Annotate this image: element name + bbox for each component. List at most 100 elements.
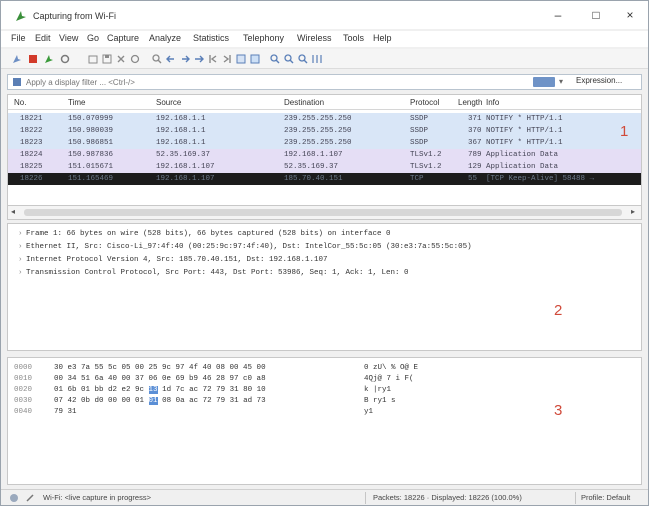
annotation-pane-2: 2 (554, 302, 563, 319)
cell-protocol: SSDP (410, 139, 429, 147)
detail-ethernet[interactable]: › Ethernet II, Src: Cisco-Li_97:4f:40 (00… (18, 243, 472, 255)
go-to-packet-icon[interactable] (193, 53, 205, 65)
byte-hex: 30 e3 7a 55 5c 05 00 25 9c 97 4f 40 08 0… (54, 364, 266, 372)
bookmark-filter-icon[interactable] (12, 77, 22, 87)
stop-capture-icon[interactable] (27, 53, 39, 65)
capture-options-icon[interactable] (59, 53, 71, 65)
autoscroll-icon[interactable] (235, 53, 247, 65)
close-file-icon[interactable] (115, 53, 127, 65)
cell-protocol: TLSv1.2 (410, 151, 442, 159)
cell-protocol: SSDP (410, 127, 429, 135)
capture-comment-icon[interactable] (25, 493, 35, 503)
go-forward-icon[interactable] (179, 53, 191, 65)
annotation-pane-3: 3 (554, 402, 563, 419)
byte-ascii: 4Qj@ 7 i F( (364, 375, 414, 383)
filter-dropdown-icon[interactable]: ▾ (559, 75, 569, 89)
packet-list-pane[interactable]: No. Time Source Destination Protocol Len… (7, 94, 642, 206)
menu-view[interactable]: View (59, 33, 78, 43)
cell-source: 192.168.1.1 (156, 115, 206, 123)
byte-offset: 0000 (14, 364, 33, 372)
cell-time: 150.987836 (68, 151, 114, 159)
cell-time: 150.986851 (68, 139, 114, 147)
byte-offset: 0030 (14, 397, 33, 405)
menu-tools[interactable]: Tools (343, 33, 364, 43)
expert-info-icon[interactable] (9, 493, 19, 503)
menu-go[interactable]: Go (87, 33, 99, 43)
col-info-header[interactable]: Info (486, 98, 499, 107)
last-packet-icon[interactable] (221, 53, 233, 65)
col-source-header[interactable]: Source (156, 98, 181, 107)
cell-no: 18225 (20, 163, 43, 171)
col-length-header[interactable]: Length (458, 98, 482, 107)
find-packet-icon[interactable] (151, 53, 163, 65)
packet-details-pane[interactable]: › Frame 1: 66 bytes on wire (528 bits), 6… (7, 223, 642, 351)
first-packet-icon[interactable] (207, 53, 219, 65)
scroll-right-icon[interactable]: ▸ (631, 207, 635, 216)
cell-length: 371 (468, 115, 482, 123)
cell-destination: 239.255.255.250 (284, 139, 352, 147)
menu-file[interactable]: File (11, 33, 26, 43)
byte-offset: 0040 (14, 408, 33, 416)
packet-list-hscrollbar[interactable]: ◂ ▸ (7, 206, 642, 220)
byte-hex: 07 42 0b d0 00 00 01 01 08 0a ac 72 79 3… (54, 397, 266, 405)
table-row-selected[interactable]: 18226 151.165469 192.168.1.107 185.70.40… (8, 173, 641, 185)
zoom-out-icon[interactable] (283, 53, 295, 65)
start-capture-icon[interactable] (11, 53, 23, 65)
profile-text[interactable]: Profile: Default (581, 493, 630, 502)
main-toolbar (1, 49, 648, 69)
resize-columns-icon[interactable] (311, 53, 323, 65)
col-protocol-header[interactable]: Protocol (410, 98, 439, 107)
menu-analyze[interactable]: Analyze (149, 33, 181, 43)
expand-arrow-icon[interactable]: › (18, 269, 26, 277)
packet-bytes-pane[interactable]: 0000 30 e3 7a 55 5c 05 00 25 9c 97 4f 40… (7, 357, 642, 485)
menu-edit[interactable]: Edit (35, 33, 51, 43)
cell-no: 18221 (20, 115, 43, 123)
open-file-icon[interactable] (87, 53, 99, 65)
apply-filter-button[interactable] (533, 77, 555, 87)
cell-source: 192.168.1.107 (156, 175, 215, 183)
table-row[interactable]: 18223 150.986851 192.168.1.1 239.255.255… (8, 137, 641, 149)
colorize-icon[interactable] (249, 53, 261, 65)
zoom-normal-icon[interactable] (297, 53, 309, 65)
save-file-icon[interactable] (101, 53, 113, 65)
cell-destination: 52.35.169.37 (284, 163, 339, 171)
reload-file-icon[interactable] (129, 53, 141, 65)
cell-info: Application Data (486, 151, 559, 159)
col-destination-header[interactable]: Destination (284, 98, 324, 107)
cell-length: 55 (468, 175, 478, 183)
scroll-thumb[interactable] (24, 209, 622, 216)
menu-wireless[interactable]: Wireless (297, 33, 332, 43)
table-row[interactable]: 18222 150.980039 192.168.1.1 239.255.255… (8, 125, 641, 137)
display-filter-input[interactable] (26, 75, 526, 89)
menu-help[interactable]: Help (373, 33, 392, 43)
zoom-in-icon[interactable] (269, 53, 281, 65)
cell-no: 18226 (20, 175, 43, 183)
expand-arrow-icon[interactable]: › (18, 230, 26, 238)
close-button[interactable]: × (613, 5, 647, 25)
table-row[interactable]: 18224 150.987836 52.35.169.37 192.168.1.… (8, 149, 641, 161)
byte-offset: 0020 (14, 386, 33, 394)
cell-source: 192.168.1.1 (156, 139, 206, 147)
expand-arrow-icon[interactable]: › (18, 256, 26, 264)
col-no-header[interactable]: No. (14, 98, 26, 107)
expression-button[interactable]: Expression... (576, 76, 622, 85)
menu-statistics[interactable]: Statistics (193, 33, 229, 43)
cell-time: 150.980039 (68, 127, 114, 135)
restart-capture-icon[interactable] (43, 53, 55, 65)
table-row[interactable]: 18225 151.015671 192.168.1.107 52.35.169… (8, 161, 641, 173)
table-row[interactable]: 18221 150.070999 192.168.1.1 239.255.255… (8, 113, 641, 125)
minimize-button[interactable]: – (541, 5, 575, 25)
display-filter-bar: ▾ Expression... (7, 74, 642, 90)
go-back-icon[interactable] (165, 53, 177, 65)
maximize-button[interactable]: □ (579, 5, 613, 25)
detail-frame[interactable]: › Frame 1: 66 bytes on wire (528 bits), 6… (18, 230, 391, 242)
menu-capture[interactable]: Capture (107, 33, 139, 43)
detail-ipv4[interactable]: › Internet Protocol Version 4, Src: 185.7… (18, 256, 328, 268)
scroll-left-icon[interactable]: ◂ (11, 207, 15, 216)
expand-arrow-icon[interactable]: › (18, 243, 26, 251)
cell-time: 150.070999 (68, 115, 114, 123)
menu-telephony[interactable]: Telephony (243, 33, 284, 43)
col-time-header[interactable]: Time (68, 98, 85, 107)
wireshark-fin-icon (16, 11, 26, 21)
detail-tcp[interactable]: › Transmission Control Protocol, Src Port… (18, 269, 409, 281)
